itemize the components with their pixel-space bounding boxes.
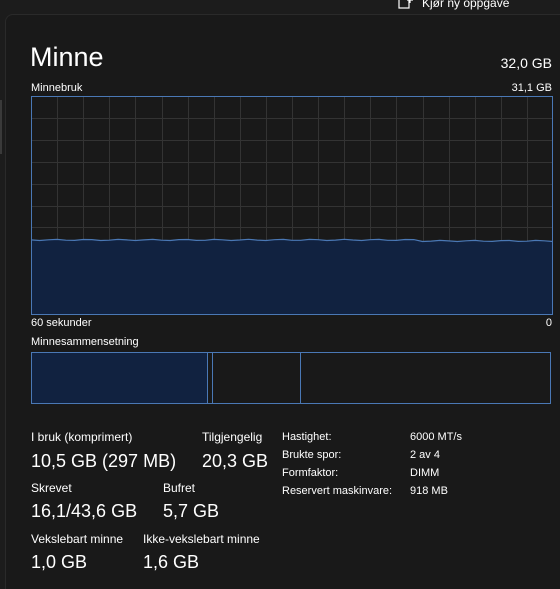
memory-usage-graph bbox=[31, 96, 553, 315]
nonpaged-pool-value: 1,6 GB bbox=[143, 552, 200, 572]
slots-label: Brukte spor: bbox=[282, 449, 342, 461]
page-title: Minne bbox=[30, 42, 104, 72]
reserved-hardware-label: Reservert maskinvare: bbox=[282, 485, 393, 497]
committed-label: Skrevet bbox=[31, 481, 72, 495]
new-task-icon bbox=[398, 0, 413, 9]
speed-label: Hastighet: bbox=[282, 431, 332, 443]
graph-zero-label: 0 bbox=[545, 317, 552, 329]
available-value: 20,3 GB bbox=[202, 451, 269, 471]
cached-value: 5,7 GB bbox=[163, 501, 220, 521]
composition-in-use-segment bbox=[32, 353, 208, 403]
graph-max-label: 31,1 GB bbox=[511, 82, 552, 94]
composition-label: Minnesammensetning bbox=[31, 336, 139, 348]
available-label: Tilgjengelig bbox=[202, 430, 263, 444]
run-new-task-label: Kjør ny oppgave bbox=[422, 0, 510, 10]
paged-pool-value: 1,0 GB bbox=[31, 552, 88, 572]
top-bar: Kjør ny oppgave ··· bbox=[0, 0, 560, 14]
composition-standby-segment bbox=[213, 353, 301, 403]
sidebar-edge bbox=[0, 100, 2, 154]
form-factor-value: DIMM bbox=[410, 467, 440, 479]
memory-composition-bar bbox=[31, 352, 551, 404]
composition-free-segment bbox=[301, 353, 550, 403]
paged-pool-label: Vekslebart minne bbox=[31, 532, 124, 546]
reserved-hardware-value: 918 MB bbox=[410, 485, 448, 497]
speed-value: 6000 MT/s bbox=[410, 431, 462, 443]
form-factor-label: Formfaktor: bbox=[282, 467, 339, 479]
graph-label: Minnebruk bbox=[31, 82, 83, 94]
committed-value: 16,1/43,6 GB bbox=[31, 501, 138, 521]
in-use-value: 10,5 GB (297 MB) bbox=[31, 451, 177, 471]
total-capacity: 32,0 GB bbox=[500, 55, 552, 71]
usage-area bbox=[31, 239, 553, 315]
nonpaged-pool-label: Ikke-vekslebart minne bbox=[143, 532, 260, 546]
graph-time-label: 60 sekunder bbox=[31, 317, 92, 329]
cached-label: Bufret bbox=[163, 481, 196, 495]
in-use-label: I bruk (komprimert) bbox=[31, 430, 133, 444]
more-options-button[interactable]: ··· bbox=[540, 0, 559, 6]
slots-value: 2 av 4 bbox=[410, 449, 440, 461]
run-new-task-button[interactable]: Kjør ny oppgave bbox=[398, 0, 509, 11]
